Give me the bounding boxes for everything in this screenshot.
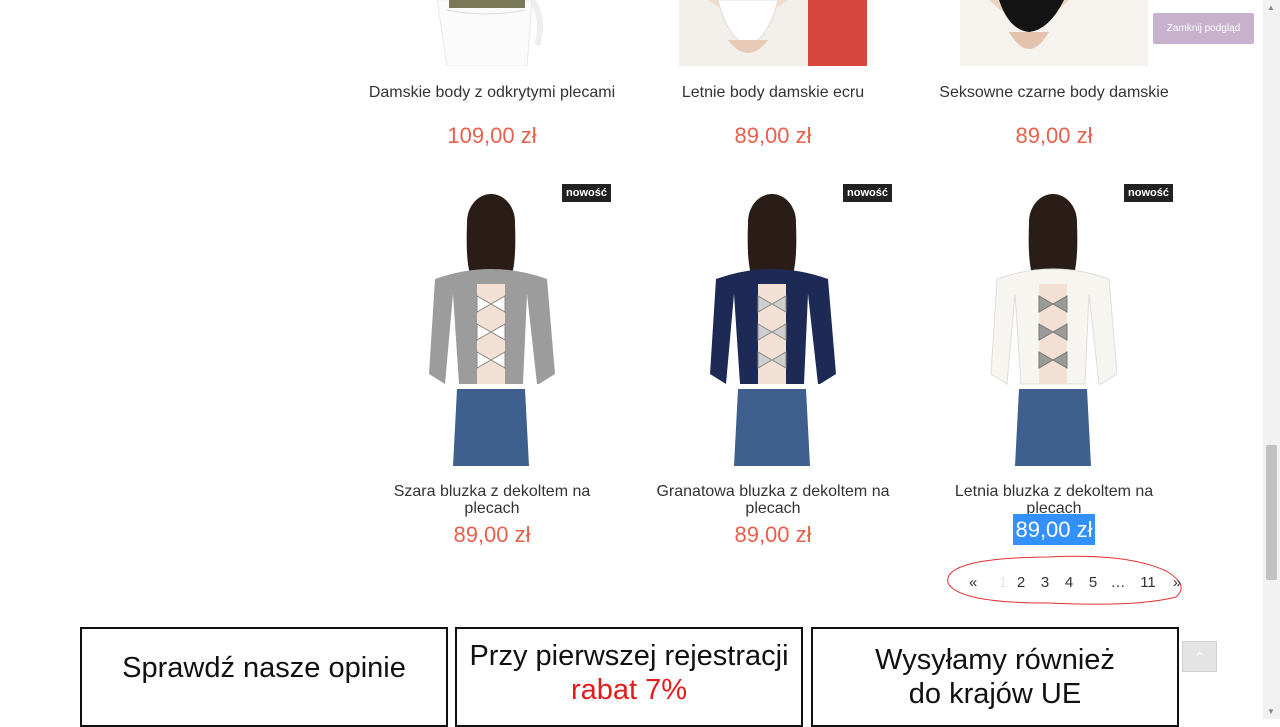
- registration-banner[interactable]: Przy pierwszej rejestracji rabat 7%: [455, 627, 803, 727]
- product-price: 109,00 zł: [447, 123, 537, 148]
- product-name[interactable]: Damskie body z odkrytymi plecami: [367, 84, 617, 118]
- pagination-page[interactable]: 2: [1009, 574, 1033, 594]
- banner-discount-text: rabat 7%: [570, 674, 688, 706]
- banner-text: Przy pierwszej rejestracji: [469, 640, 789, 672]
- product-image[interactable]: nowość: [648, 184, 898, 466]
- chevron-up-icon: ⌃: [1193, 649, 1206, 665]
- vertical-scrollbar[interactable]: ▲ ▼: [1263, 0, 1280, 719]
- product-card[interactable]: nowość Szara bluzka z dekoltem na plecac…: [367, 184, 617, 564]
- product-price: 89,00 zł: [734, 522, 812, 547]
- product-card[interactable]: nowość Letnia bluzka z dekoltem na pleca…: [929, 184, 1179, 564]
- pagination: « 1 2 3 4 5 … 11 »: [955, 574, 1189, 594]
- pagination-page[interactable]: 3: [1033, 574, 1057, 594]
- product-image[interactable]: nowość: [929, 184, 1179, 466]
- product-photo: [929, 184, 1179, 466]
- selected-price-text: 89,00 zł: [1013, 514, 1095, 545]
- product-price: 89,00 zł: [1015, 123, 1093, 148]
- new-badge: nowość: [1124, 184, 1173, 202]
- banner-text: Wysyłamy również: [875, 644, 1115, 676]
- pagination-page[interactable]: 11: [1131, 574, 1165, 594]
- product-photo: [648, 184, 898, 466]
- back-to-top-button[interactable]: ⌃: [1182, 641, 1217, 672]
- scrollbar-thumb[interactable]: [1266, 445, 1277, 580]
- pagination-page[interactable]: 4: [1057, 574, 1081, 594]
- product-photo: [367, 184, 617, 466]
- new-badge: nowość: [562, 184, 611, 202]
- product-name[interactable]: Granatowa bluzka z dekoltem na plecach: [648, 483, 898, 517]
- opinions-banner[interactable]: Sprawdź nasze opinie: [80, 627, 448, 727]
- pagination-ellipsis: …: [1110, 574, 1126, 591]
- banner-text: Sprawdź nasze opinie: [122, 652, 406, 684]
- product-name[interactable]: Letnie body damskie ecru: [648, 84, 898, 118]
- scroll-up-arrow-icon[interactable]: ▲: [1267, 3, 1275, 12]
- product-price: 89,00 zł: [929, 514, 1179, 545]
- product-price: 89,00 zł: [734, 123, 812, 148]
- product-card[interactable]: nowość Granatowa bluzka z dekoltem na pl…: [648, 184, 898, 564]
- product-name[interactable]: Seksowne czarne body damskie: [929, 84, 1179, 118]
- product-photo: [679, 0, 867, 66]
- product-name[interactable]: Letnia bluzka z dekoltem na plecach: [929, 483, 1179, 517]
- product-photo: [960, 0, 1148, 66]
- shipping-banner[interactable]: Wysyłamy również do krajów UE: [811, 627, 1179, 727]
- pagination-page-current: 1: [998, 574, 1008, 591]
- product-photo: [367, 0, 617, 66]
- new-badge: nowość: [843, 184, 892, 202]
- product-price: 89,00 zł: [453, 522, 531, 547]
- product-image[interactable]: nowość: [367, 184, 617, 466]
- pagination-next[interactable]: »: [1165, 574, 1189, 594]
- product-image[interactable]: [367, 0, 617, 66]
- pagination-page[interactable]: 5: [1081, 574, 1105, 594]
- banner-text: do krajów UE: [908, 678, 1082, 710]
- product-image[interactable]: [648, 0, 898, 66]
- product-name[interactable]: Szara bluzka z dekoltem na plecach: [367, 483, 617, 517]
- product-image[interactable]: [929, 0, 1179, 66]
- scroll-down-arrow-icon[interactable]: ▼: [1267, 707, 1275, 716]
- close-preview-button[interactable]: Zamknij podgląd: [1153, 13, 1254, 44]
